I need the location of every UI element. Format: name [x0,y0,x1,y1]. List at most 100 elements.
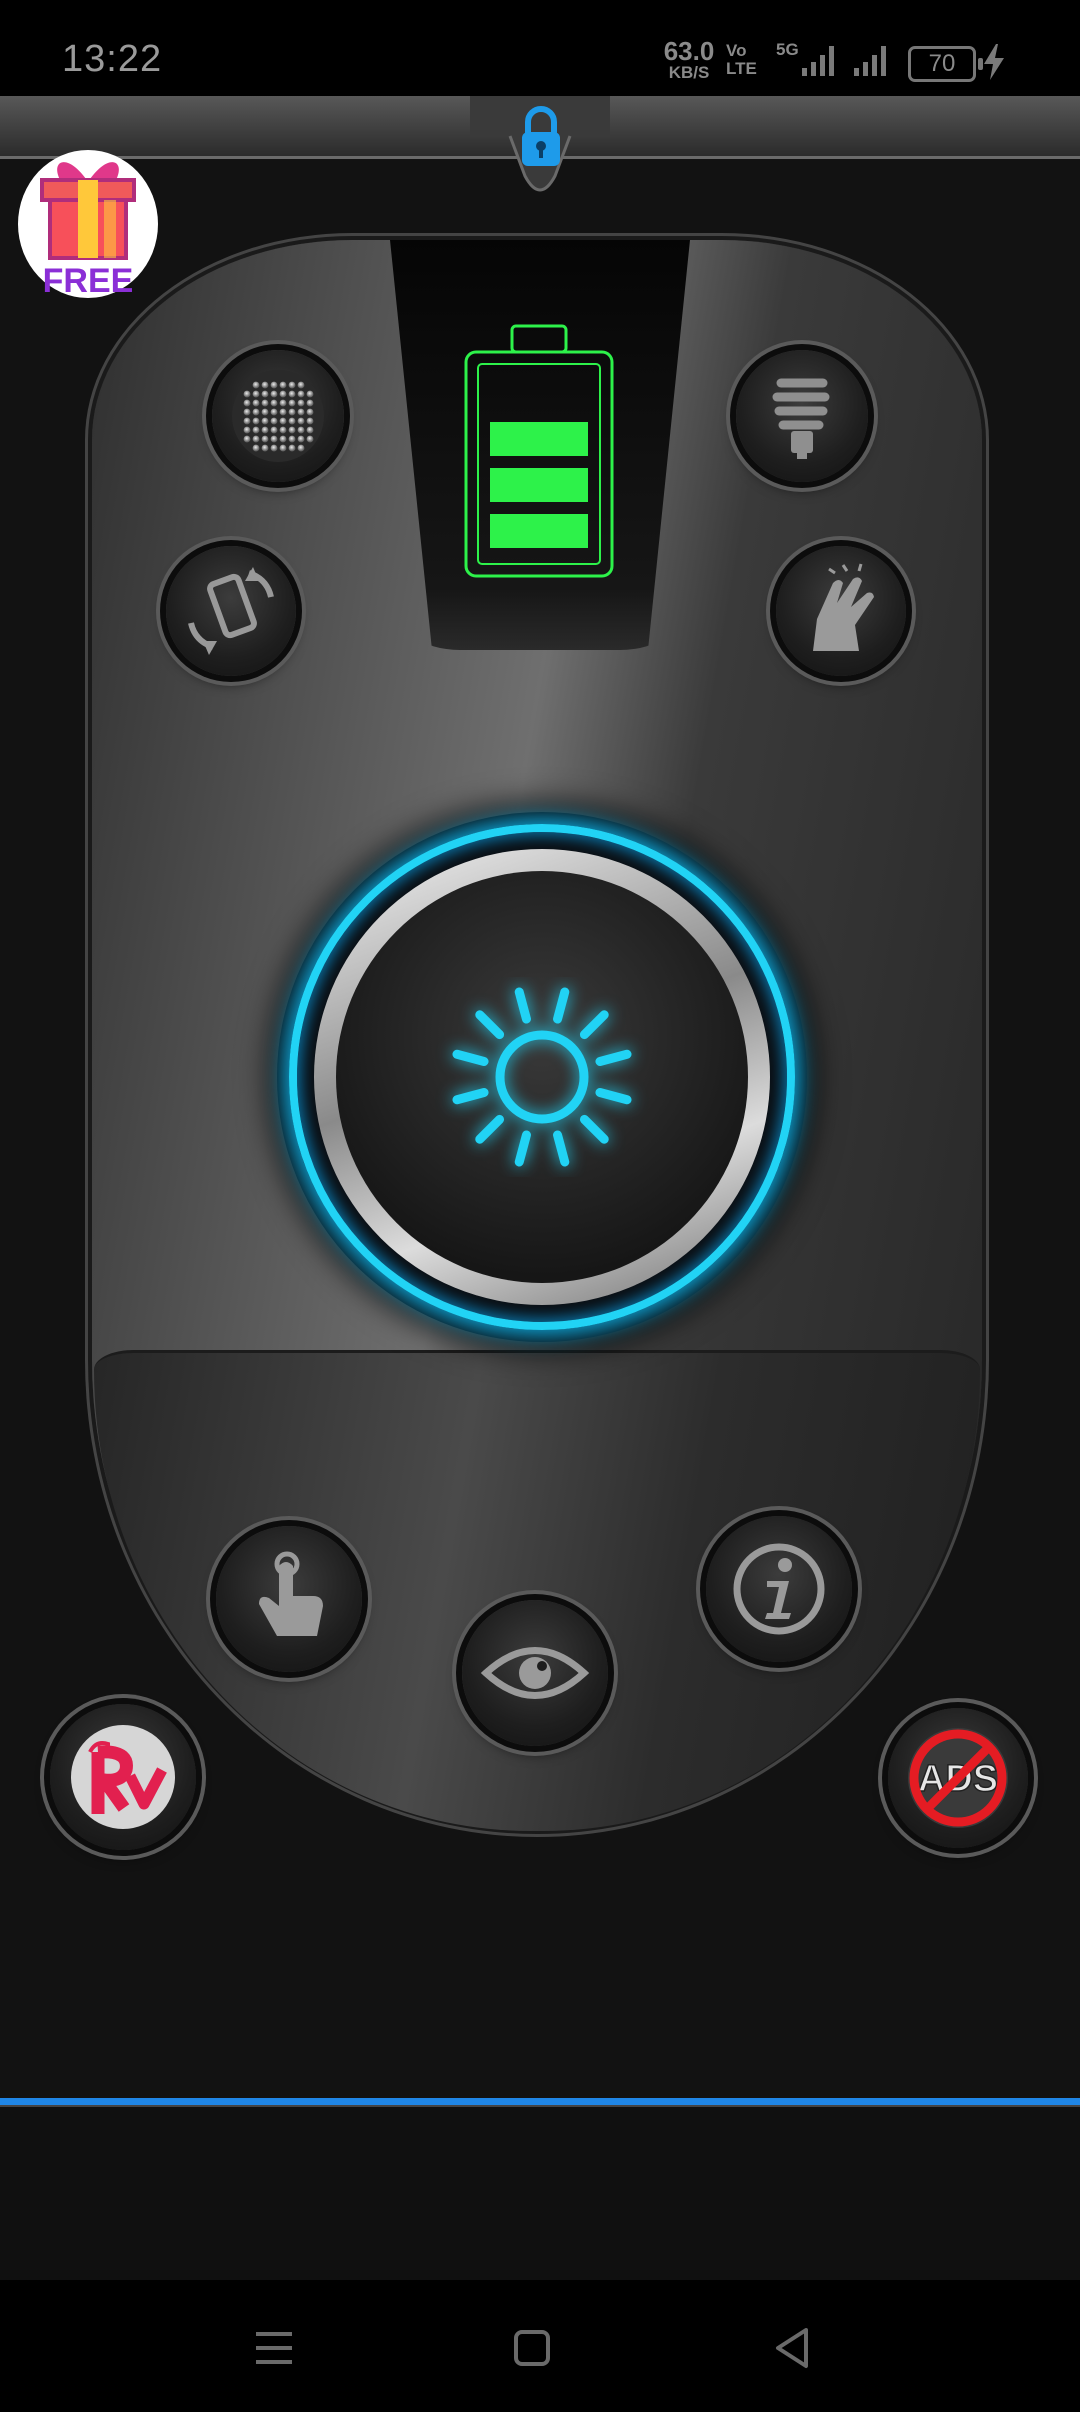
disco-dot [288,390,296,398]
disco-dot [279,417,287,425]
disco-dot [261,435,269,443]
disco-dot [288,426,296,434]
network-speed-value: 63.0 [663,36,715,66]
flashlight-toggle-button[interactable] [336,871,748,1283]
disco-dot [297,435,305,443]
free-gift-button[interactable]: FREE [18,150,158,300]
disco-dot [261,444,269,452]
info-button[interactable] [706,1516,852,1662]
disco-dot [306,399,314,407]
disco-dot [306,408,314,416]
battery-level-indicator: 70 [908,46,983,82]
lock-icon [522,106,560,166]
sun-ray [452,1049,489,1066]
sun-ray [553,987,570,1024]
disco-dot [288,408,296,416]
ad-banner-divider [0,2098,1080,2105]
disco-dot [261,417,269,425]
light-bulb-button[interactable] [736,350,868,482]
sun-ray [595,1049,632,1066]
disco-dot [297,390,305,398]
remove-ads-button[interactable]: ADS [888,1708,1028,1848]
gift-icon [40,162,136,260]
disco-dot [306,390,314,398]
disco-dot [252,435,260,443]
touch-hand-icon [259,1551,323,1636]
eye-icon [480,1647,590,1699]
disco-dot [306,435,314,443]
disco-dot [270,435,278,443]
disco-dot [270,381,278,389]
disco-dot [243,408,251,416]
sun-ray [579,1114,609,1144]
disco-dot [252,426,260,434]
menu-icon [256,2332,292,2364]
back-button[interactable] [762,2318,822,2378]
sun-ray [452,1088,489,1105]
shake-phone-icon [188,567,274,655]
status-time: 13:22 [62,38,163,80]
screen-light-button[interactable] [462,1600,608,1746]
disco-dot [297,408,305,416]
touch-mode-button[interactable] [216,1526,362,1672]
developer-logo-button[interactable]: Rv [50,1704,196,1850]
disco-dot [279,444,287,452]
home-button[interactable] [502,2318,562,2378]
disco-dot [243,426,251,434]
disco-dot [288,399,296,407]
sun-ray [579,1010,609,1040]
disco-dot [288,381,296,389]
disco-mode-button[interactable] [212,350,344,482]
light-bulb-icon [772,378,830,459]
sun-ray [475,1010,505,1040]
disco-dot [279,390,287,398]
sun-ray [475,1114,505,1144]
shake-mode-button[interactable] [166,546,296,676]
charging-icon [984,44,1004,80]
network-speed-unit: KB/S [668,63,710,82]
disco-dot [252,390,260,398]
disco-dot [306,417,314,425]
disco-dot [261,399,269,407]
no-ads-icon: ADS [908,1728,1008,1828]
disco-dot [297,417,305,425]
signal-strength-icon [802,46,886,76]
disco-dot [279,426,287,434]
disco-dot [270,408,278,416]
info-icon [733,1543,825,1635]
recent-apps-button[interactable] [244,2318,304,2378]
battery-charge-icon [464,324,614,578]
disco-ball-icon [232,370,324,462]
disco-dot [270,426,278,434]
disco-dot [297,381,305,389]
disco-dot [306,426,314,434]
lock-button[interactable] [514,102,568,172]
clap-hands-icon [813,563,874,651]
disco-dot [297,444,305,452]
disco-dot [270,417,278,425]
disco-dot [261,381,269,389]
disco-dot [270,399,278,407]
rv-logo-icon [71,1725,175,1829]
disco-dot [288,417,296,425]
network-speed: 63.0 KB/S [662,38,716,81]
disco-dot [261,426,269,434]
disco-dot [252,399,260,407]
disco-dot [270,444,278,452]
disco-dot [279,435,287,443]
lte-label: LTE [726,58,757,78]
disco-dot [288,435,296,443]
disco-dot [279,399,287,407]
ad-banner-area [0,2105,1080,2282]
disco-dot [252,444,260,452]
disco-dot [261,390,269,398]
disco-dot [243,417,251,425]
disco-dot [261,408,269,416]
home-square-icon [514,2330,550,2366]
sun-icon [452,987,632,1167]
clap-mode-button[interactable] [776,546,906,676]
disco-dot [243,390,251,398]
disco-dot [243,399,251,407]
sun-ray [514,987,531,1024]
volte-label: Vo [726,41,747,60]
